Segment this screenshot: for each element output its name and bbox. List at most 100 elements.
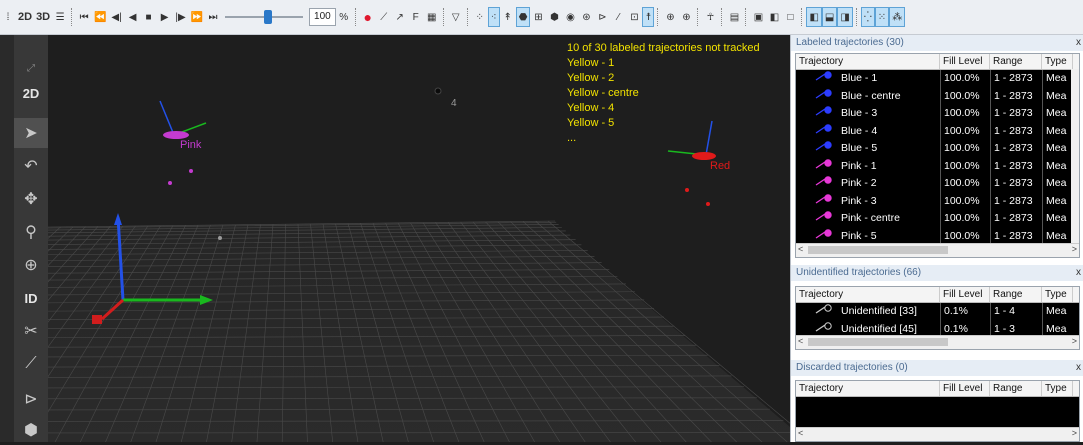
close-icon[interactable]: x — [1076, 265, 1081, 281]
column-header-range[interactable]: Range — [990, 54, 1042, 69]
marker-stats-icon[interactable]: ⁛ — [861, 7, 875, 27]
column-header-range[interactable]: Range — [990, 287, 1042, 302]
play-backward-icon[interactable]: ◀ — [125, 7, 141, 27]
marker-labels-icon[interactable]: ⁖ — [488, 7, 500, 27]
window-empty-icon[interactable]: □ — [782, 7, 798, 27]
column-header-trajectory[interactable]: Trajectory — [796, 381, 940, 396]
trajectory-row[interactable]: Pink - centre100.0%1 - 2873Mea — [796, 210, 1079, 228]
horizontal-scrollbar[interactable]: < > — [796, 335, 1079, 349]
layout-right-icon[interactable]: ◨ — [837, 7, 852, 27]
layers-icon[interactable]: ☰ — [52, 7, 68, 27]
trajectory-row[interactable]: Pink - 1100.0%1 - 2873Mea — [796, 158, 1079, 176]
trajectory-row[interactable]: Pink - 2100.0%1 - 2873Mea — [796, 175, 1079, 193]
stick-figure-icon[interactable]: ☥ — [702, 7, 718, 27]
cut-trajectory-icon[interactable]: ✂ — [14, 316, 48, 346]
play-icon[interactable]: ▶ — [157, 7, 173, 27]
scroll-right-arrow[interactable]: > — [1072, 336, 1077, 346]
view-3d-button[interactable]: 3D — [34, 7, 52, 27]
fast-rewind-icon[interactable]: ⏪ — [92, 7, 108, 27]
column-header-fill-level[interactable]: Fill Level — [940, 54, 990, 69]
volume-icon[interactable]: ⊞ — [530, 7, 546, 27]
crosshair-plus-icon[interactable]: ⊕ — [678, 7, 694, 27]
marker-trace-icon[interactable]: ↟ — [500, 7, 516, 27]
trajectory-row[interactable]: Blue - 5100.0%1 - 2873Mea — [796, 140, 1079, 158]
bone-icon[interactable]: ⟋ — [376, 7, 392, 27]
column-header-fill-level[interactable]: Fill Level — [940, 287, 990, 302]
markers-icon[interactable]: ⁘ — [472, 7, 488, 27]
column-header-type[interactable]: Type — [1042, 54, 1073, 69]
create-bone-icon[interactable]: ⟋ — [14, 349, 48, 379]
first-frame-icon[interactable]: ⏮ — [76, 7, 92, 27]
trajectory-row[interactable]: Blue - 1100.0%1 - 2873Mea — [796, 70, 1079, 88]
discarded-trajectories-grid[interactable]: Trajectory Fill Level Range Type < > — [795, 380, 1080, 442]
column-header-trajectory[interactable]: Trajectory — [796, 287, 940, 302]
cone-tool-icon[interactable]: ⊳ — [14, 384, 48, 414]
fast-forward-icon[interactable]: ⏩ — [189, 7, 205, 27]
trace-fill-icon[interactable]: ⬣ — [516, 7, 531, 27]
column-header-range[interactable]: Range — [990, 381, 1042, 396]
cube-icon[interactable]: ⬢ — [546, 7, 562, 27]
grid-icon[interactable]: ▦ — [424, 7, 440, 27]
view-2d-tool[interactable]: 2D — [14, 78, 48, 108]
close-icon[interactable]: x — [1076, 360, 1081, 376]
trajectory-row[interactable]: Unidentified [33]0.1%1 - 4Mea — [796, 303, 1079, 321]
scroll-thumb[interactable] — [808, 246, 948, 254]
stop-icon[interactable]: ■ — [141, 7, 157, 27]
scroll-right-arrow[interactable]: > — [1072, 244, 1077, 254]
window-left-icon[interactable]: ◧ — [766, 7, 782, 27]
vertical-scrollbar[interactable] — [1071, 69, 1079, 244]
trajectory-row[interactable]: Blue - 4100.0%1 - 2873Mea — [796, 123, 1079, 141]
scroll-left-arrow[interactable]: < — [798, 244, 803, 254]
camera-view-icon[interactable]: ⊡ — [626, 7, 642, 27]
identify-tool[interactable]: ID — [14, 283, 48, 313]
rotate-icon[interactable]: ↶ — [14, 151, 48, 181]
slider-thumb[interactable] — [264, 10, 272, 24]
3d-viewport[interactable]: Pink Red 4 10 of 30 labeled trajectories… — [48, 35, 790, 442]
column-header-type[interactable]: Type — [1042, 381, 1073, 396]
force-plate-button[interactable]: F — [408, 7, 424, 27]
wand-icon[interactable]: ⁄ — [610, 7, 626, 27]
center-icon[interactable]: ⊕ — [14, 250, 48, 280]
step-back-icon[interactable]: ◀| — [109, 7, 125, 27]
layout-left-icon[interactable]: ◧ — [806, 7, 821, 27]
marker-extra-icon[interactable]: ⁂ — [889, 7, 905, 27]
unidentified-marker[interactable] — [435, 88, 441, 94]
step-forward-icon[interactable]: |▶ — [173, 7, 189, 27]
scroll-left-arrow[interactable]: < — [798, 428, 803, 438]
rigid-body-icon[interactable]: ◉ — [562, 7, 578, 27]
crosshair-icon[interactable]: ⊕ — [662, 7, 678, 27]
view-2d-button[interactable]: 2D — [16, 7, 34, 27]
unidentified-marker[interactable] — [218, 236, 222, 240]
layout-bottom-icon[interactable]: ⬓ — [822, 7, 837, 27]
horizontal-scrollbar[interactable]: < > — [796, 243, 1079, 257]
labeled-trajectories-grid[interactable]: Trajectory Fill Level Range Type Blue - … — [795, 53, 1080, 258]
close-icon[interactable]: x — [1076, 35, 1081, 51]
scroll-right-arrow[interactable]: > — [1072, 428, 1077, 438]
cube-tool-icon[interactable]: ⬢ — [14, 415, 48, 445]
chart-icon[interactable]: ▤ — [726, 7, 742, 27]
speed-field[interactable]: 100 — [309, 8, 336, 26]
trajectory-row[interactable]: Blue - 3100.0%1 - 2873Mea — [796, 105, 1079, 123]
skeleton-icon[interactable]: ⊛ — [578, 7, 594, 27]
filter-icon[interactable]: ▽ — [448, 7, 464, 27]
trajectory-icon[interactable]: ↗ — [392, 7, 408, 27]
person-icon[interactable]: ☨ — [642, 7, 654, 27]
translate-icon[interactable]: ✥ — [14, 184, 48, 214]
horizontal-scrollbar[interactable]: < > — [796, 427, 1079, 441]
cone-icon[interactable]: ⊳ — [594, 7, 610, 27]
last-frame-icon[interactable]: ⏭ — [205, 7, 221, 27]
trajectory-row[interactable]: Blue - centre100.0%1 - 2873Mea — [796, 88, 1079, 106]
window-icon[interactable]: ▣ — [750, 7, 766, 27]
trajectory-row[interactable]: Pink - 3100.0%1 - 2873Mea — [796, 193, 1079, 211]
marker-unlabeled-icon[interactable]: ⁙ — [875, 7, 889, 27]
column-header-type[interactable]: Type — [1042, 287, 1073, 302]
scroll-thumb[interactable] — [808, 338, 948, 346]
unidentified-trajectories-grid[interactable]: Trajectory Fill Level Range Type Unident… — [795, 286, 1080, 350]
column-header-trajectory[interactable]: Trajectory — [796, 54, 940, 69]
select-cursor-icon[interactable]: ➤ — [14, 118, 48, 148]
record-icon[interactable]: ● — [360, 7, 376, 27]
scroll-left-arrow[interactable]: < — [798, 336, 803, 346]
zoom-icon[interactable]: ⚲ — [14, 217, 48, 247]
playback-slider[interactable] — [225, 7, 303, 27]
column-header-fill-level[interactable]: Fill Level — [940, 381, 990, 396]
